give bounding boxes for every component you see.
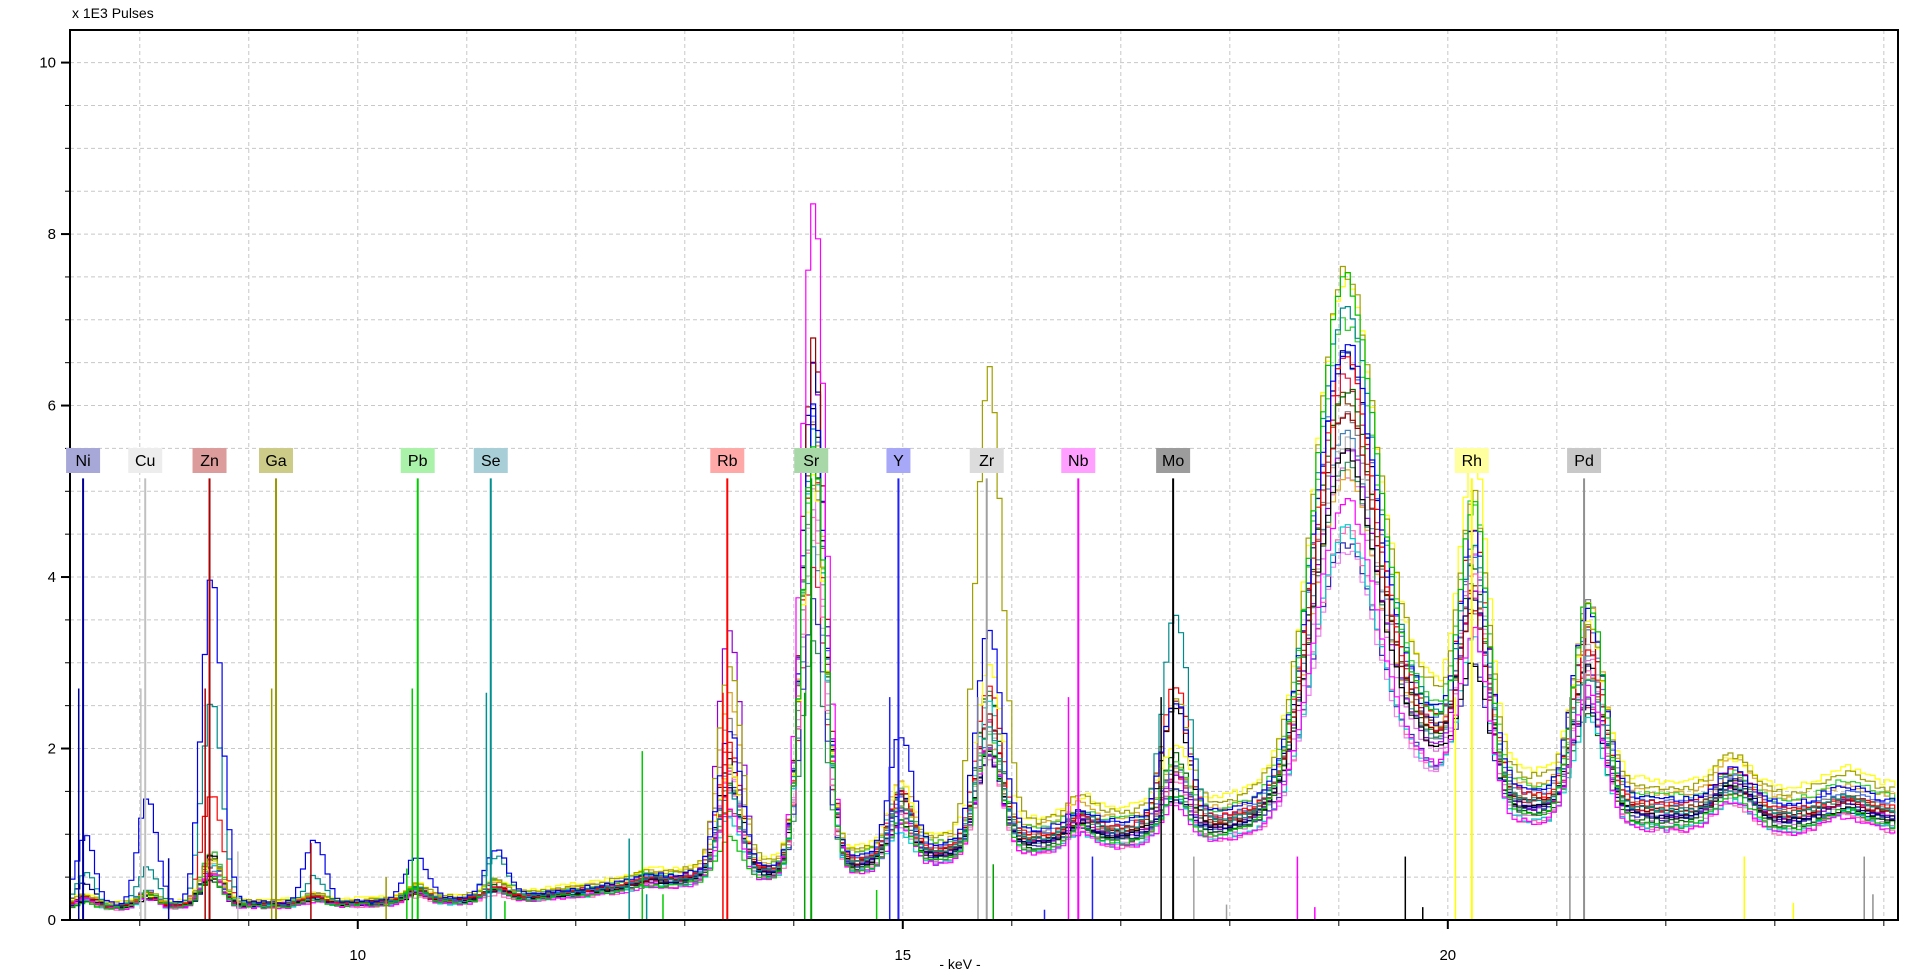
element-label-Nb[interactable]: Nb — [1068, 453, 1089, 470]
element-label-Zr[interactable]: Zr — [979, 453, 995, 470]
element-label-Pb[interactable]: Pb — [408, 453, 428, 470]
spectrum-viewer: x 1E3 Pulses 0246810101520NiCuZnGaPbSeRb… — [0, 0, 1920, 980]
element-label-Rh[interactable]: Rh — [1462, 453, 1482, 470]
element-label-Y[interactable]: Y — [893, 453, 904, 470]
y-tick-label: 4 — [48, 569, 56, 586]
y-axis-title: x 1E3 Pulses — [72, 5, 154, 21]
y-tick-label: 6 — [48, 398, 56, 415]
element-label-Zn[interactable]: Zn — [200, 453, 219, 470]
plot-frame — [70, 30, 1898, 920]
element-label-Sr[interactable]: Sr — [803, 453, 820, 470]
element-label-Ga[interactable]: Ga — [265, 453, 286, 470]
element-label-Se[interactable]: Se — [481, 453, 501, 470]
element-label-Mo[interactable]: Mo — [1162, 453, 1184, 470]
element-label-Rb[interactable]: Rb — [717, 453, 738, 470]
y-tick-label: 10 — [39, 55, 56, 72]
y-tick-label: 8 — [48, 226, 56, 243]
element-label-Cu[interactable]: Cu — [135, 453, 155, 470]
x-axis-title: - keV - — [0, 956, 1920, 972]
element-label-Pd[interactable]: Pd — [1574, 453, 1594, 470]
spectrum-series — [70, 307, 1895, 908]
y-tick-label: 0 — [48, 912, 56, 929]
spectrum-plot-area[interactable]: 0246810101520NiCuZnGaPbSeRbSrYZrNbMoRhPd — [0, 0, 1920, 980]
y-tick-label: 2 — [48, 741, 56, 758]
element-label-Ni[interactable]: Ni — [76, 453, 91, 470]
